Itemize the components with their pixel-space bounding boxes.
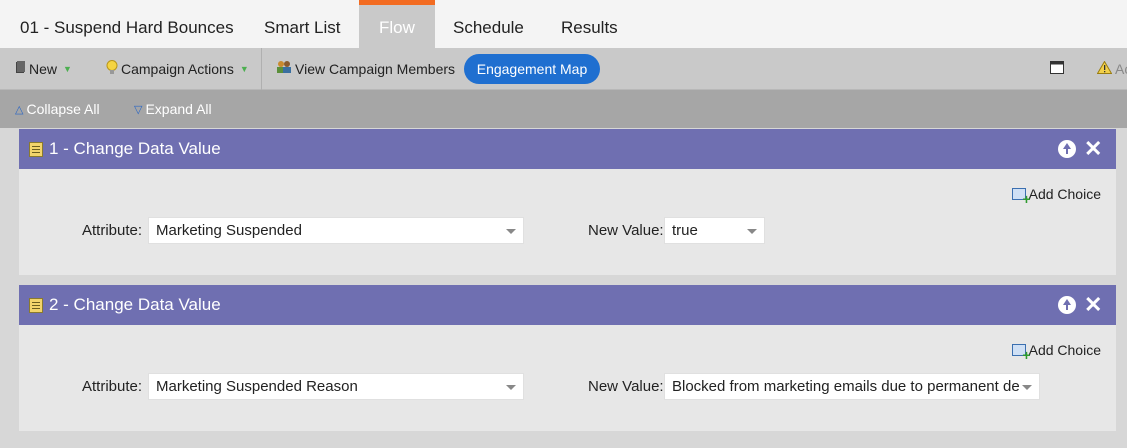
view-campaign-members-label: View Campaign Members [295,60,456,77]
attribute-label: Attribute: [82,378,143,395]
new-label: New [29,60,58,77]
toolbar-divider [261,48,262,90]
chevron-down-icon: ▼ [239,64,249,74]
expand-all-button[interactable]: ▽ Expand All [134,101,212,117]
window-icon [1050,61,1064,77]
add-choice-icon [1011,188,1031,207]
engagement-map-button[interactable]: Engagement Map [464,54,600,84]
new-value-label: New Value: [588,378,664,395]
attribute-value: Marketing Suspended [156,222,302,239]
expand-all-label: Expand All [145,101,212,117]
triangle-up-icon: △ [15,103,24,116]
dropdown-arrow-icon [506,385,516,390]
flow-step-header: 1 - Change Data Value ✕ [19,129,1116,169]
tab-results[interactable]: Results [541,0,638,48]
dropdown-arrow-icon [506,229,516,234]
add-choice-button[interactable]: Add Choice [1011,342,1101,363]
tab-program-name[interactable]: 01 - Suspend Hard Bounces [0,0,254,48]
add-choice-label: Add Choice [1028,186,1101,202]
collapse-all-button[interactable]: △ Collapse All [15,101,100,117]
new-value: Blocked from marketing emails due to per… [672,378,1020,395]
attribute-value: Marketing Suspended Reason [156,378,358,395]
add-choice-button[interactable]: Add Choice [1011,186,1101,207]
lightbulb-icon [106,60,118,78]
flow-step: 2 - Change Data Value ✕ Add Choice Attri… [19,285,1116,431]
tab-smart-list[interactable]: Smart List [244,0,361,48]
window-icon-button[interactable] [1050,61,1064,77]
flow-step-title: 1 - Change Data Value [49,139,221,158]
attribute-select[interactable]: Marketing Suspended [148,217,524,244]
close-icon[interactable]: ✕ [1084,294,1102,316]
new-value: true [672,222,698,239]
people-icon [276,60,292,77]
attribute-select[interactable]: Marketing Suspended Reason [148,373,524,400]
note-icon [29,141,43,157]
view-campaign-members-button[interactable]: View Campaign Members [276,60,455,77]
new-value-select[interactable]: true [664,217,765,244]
collapse-expand-bar: △ Collapse All ▽ Expand All [0,90,1127,128]
new-menu-button[interactable]: New ▼ [15,60,72,77]
dropdown-arrow-icon [747,229,757,234]
new-value-label: New Value: [588,222,664,239]
move-up-icon[interactable] [1058,296,1076,314]
tab-bar: 01 - Suspend Hard Bounces Smart List Flo… [0,0,1127,48]
campaign-actions-label: Campaign Actions [121,61,234,77]
campaign-actions-button[interactable]: Campaign Actions ▼ [106,60,249,78]
move-up-icon[interactable] [1058,140,1076,158]
triangle-down-icon: ▽ [134,103,143,116]
toolbar: New ▼ Campaign Actions ▼ View Campaign M… [0,48,1127,90]
collapse-all-label: Collapse All [26,101,100,117]
attribute-label: Attribute: [82,222,143,239]
add-choice-label: Add Choice [1028,342,1101,358]
tab-schedule[interactable]: Schedule [433,0,544,48]
close-icon[interactable]: ✕ [1084,138,1102,160]
new-value-select[interactable]: Blocked from marketing emails due to per… [664,373,1040,400]
flow-step: 1 - Change Data Value ✕ Add Choice Attri… [19,129,1116,275]
dropdown-arrow-icon [1022,385,1032,390]
note-icon [29,297,43,313]
chevron-down-icon: ▼ [63,63,72,74]
flow-step-header: 2 - Change Data Value ✕ [19,285,1116,325]
flow-step-title: 2 - Change Data Value [49,295,221,314]
alerts-label: Ac [1115,61,1127,77]
warning-icon [1096,60,1113,77]
tab-flow[interactable]: Flow [359,0,435,48]
add-choice-icon [1011,344,1031,363]
new-doc-icon [15,60,26,77]
alerts-button[interactable]: Ac [1096,60,1127,77]
